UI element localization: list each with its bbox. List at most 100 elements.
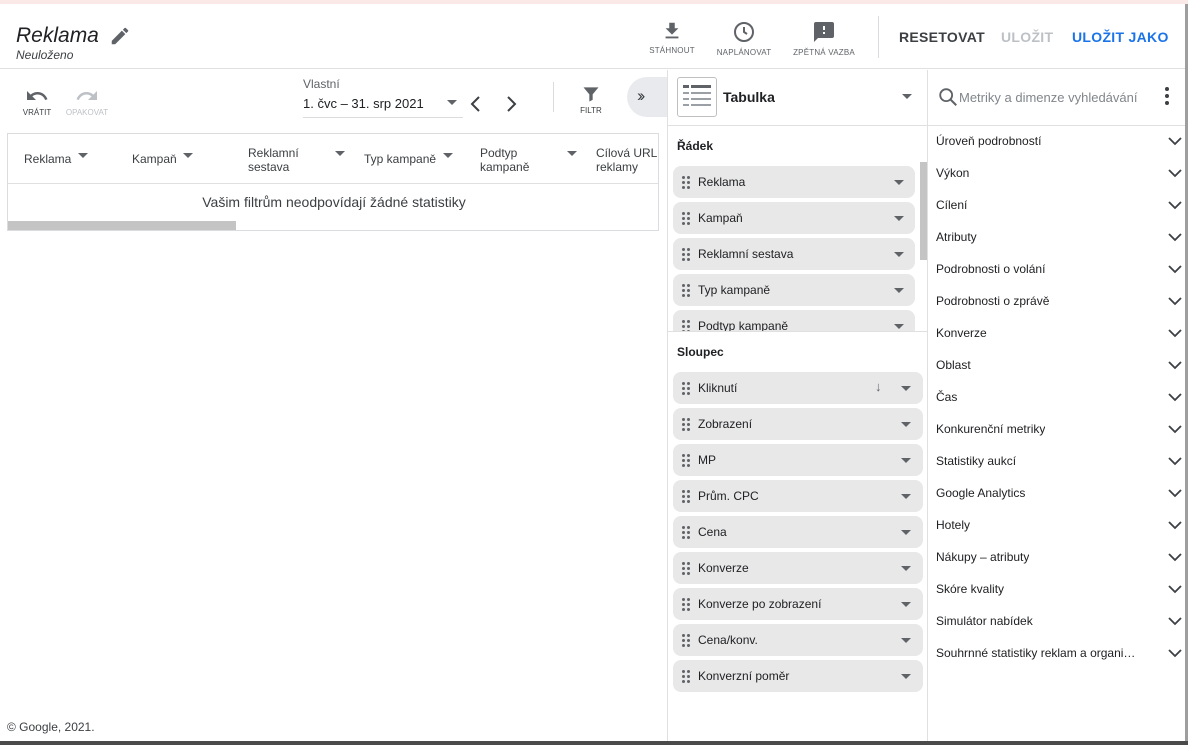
column-header-cilova-url[interactable]: Cílová URL reklamy	[596, 146, 658, 174]
schedule-button[interactable]: NAPLÁNOVAT	[712, 20, 776, 57]
column-chip[interactable]: MP	[673, 444, 923, 476]
chevron-down-icon[interactable]	[901, 386, 911, 391]
chevron-down-icon[interactable]	[901, 422, 911, 427]
chevron-down-icon[interactable]	[901, 674, 911, 679]
drag-handle-icon[interactable]	[682, 320, 690, 331]
drag-handle-icon[interactable]	[682, 598, 690, 611]
metric-category-label: Úroveň podrobností	[936, 134, 1042, 148]
row-chip[interactable]: Podtyp kampaně	[673, 310, 915, 331]
chevron-down-icon[interactable]	[894, 216, 904, 221]
chevron-down-icon[interactable]	[894, 180, 904, 185]
chevron-down-icon[interactable]	[901, 638, 911, 643]
chevron-down-icon[interactable]	[901, 602, 911, 607]
reset-button[interactable]: RESETOVAT	[899, 29, 985, 45]
filter-button[interactable]: FILTR	[576, 84, 606, 115]
row-chip[interactable]: Reklama	[673, 166, 915, 198]
feedback-button[interactable]: ZPĚTNÁ VAZBA	[790, 20, 858, 57]
metric-category[interactable]: Výkon	[928, 160, 1188, 188]
redo-button[interactable]: OPAKOVAT	[64, 86, 110, 117]
column-header-typ-kampane[interactable]: Typ kampaně	[364, 152, 436, 166]
visualization-type-select[interactable]: Tabulka	[723, 89, 775, 105]
metric-category[interactable]: Nákupy – atributy	[928, 544, 1188, 572]
sort-caret-icon[interactable]	[335, 151, 345, 156]
chevron-down-icon[interactable]	[894, 324, 904, 329]
metric-category[interactable]: Google Analytics	[928, 480, 1188, 508]
metric-category[interactable]: Souhrnné statistiky reklam a organi…	[928, 640, 1188, 668]
horizontal-scrollbar[interactable]	[8, 221, 236, 230]
column-chip[interactable]: Cena/konv.	[673, 624, 923, 656]
rows-scrollbar[interactable]	[920, 162, 927, 260]
drag-handle-icon[interactable]	[682, 284, 690, 297]
drag-handle-icon[interactable]	[682, 454, 690, 467]
download-button[interactable]: STÁHNOUT	[646, 20, 698, 55]
collapse-editor-button[interactable]: ››	[627, 77, 667, 117]
metric-category[interactable]: Podrobnosti o zprávě	[928, 288, 1188, 316]
drag-handle-icon[interactable]	[682, 526, 690, 539]
drag-handle-icon[interactable]	[682, 418, 690, 431]
chevron-down-icon[interactable]	[902, 94, 912, 99]
date-range-picker[interactable]: 1. čvc – 31. srp 2021	[303, 96, 424, 111]
row-chip[interactable]: Reklamní sestava	[673, 238, 915, 270]
metric-category[interactable]: Oblast	[928, 352, 1188, 380]
metric-category[interactable]: Podrobnosti o volání	[928, 256, 1188, 284]
undo-button[interactable]: VRÁTIT	[17, 86, 57, 117]
metric-category[interactable]: Statistiky aukcí	[928, 448, 1188, 476]
chevron-down-icon[interactable]	[901, 566, 911, 571]
metric-category[interactable]: Skóre kvality	[928, 576, 1188, 604]
drag-handle-icon[interactable]	[682, 176, 690, 189]
column-header-reklamni-sestava[interactable]: Reklamní sestava	[248, 146, 318, 174]
drag-handle-icon[interactable]	[682, 382, 690, 395]
drag-handle-icon[interactable]	[682, 634, 690, 647]
chevron-down-icon[interactable]	[901, 530, 911, 535]
sort-caret-icon[interactable]	[443, 153, 453, 158]
chevron-down-icon[interactable]	[894, 288, 904, 293]
column-chip[interactable]: Zobrazení	[673, 408, 923, 440]
column-chip-label: Konverze po zobrazení	[698, 597, 822, 611]
double-chevron-right-icon: ››	[637, 86, 646, 105]
save-button[interactable]: ULOŽIT	[1001, 29, 1053, 45]
column-chip[interactable]: Prům. CPC	[673, 480, 923, 512]
metric-category[interactable]: Čas	[928, 384, 1188, 412]
sort-caret-icon[interactable]	[567, 151, 577, 156]
drag-handle-icon[interactable]	[682, 248, 690, 261]
column-chip[interactable]: Cena	[673, 516, 923, 548]
metric-category[interactable]: Simulátor nabídek	[928, 608, 1188, 636]
drag-handle-icon[interactable]	[682, 670, 690, 683]
metric-category[interactable]: Atributy	[928, 224, 1188, 252]
metric-category[interactable]: Hotely	[928, 512, 1188, 540]
column-chip[interactable]: Konverze	[673, 552, 923, 584]
metric-category[interactable]: Konverze	[928, 320, 1188, 348]
schedule-label: NAPLÁNOVAT	[716, 48, 772, 57]
sort-descending-icon[interactable]: ↓	[875, 379, 882, 394]
save-as-button[interactable]: ULOŽIT JAKO	[1072, 29, 1169, 45]
chevron-down-icon[interactable]	[901, 458, 911, 463]
drag-handle-icon[interactable]	[682, 212, 690, 225]
sort-caret-icon[interactable]	[183, 153, 193, 158]
sort-caret-icon[interactable]	[78, 153, 88, 158]
metric-category-label: Nákupy – atributy	[936, 550, 1030, 564]
date-dropdown-icon[interactable]	[446, 99, 458, 107]
chevron-down-icon[interactable]	[901, 494, 911, 499]
metrics-search-input[interactable]	[959, 87, 1149, 107]
metric-category[interactable]: Cílení	[928, 192, 1188, 220]
column-chip[interactable]: Kliknutí ↓	[673, 372, 923, 404]
previous-period-icon[interactable]	[469, 95, 483, 113]
drag-handle-icon[interactable]	[682, 562, 690, 575]
column-chip[interactable]: Konverze po zobrazení	[673, 588, 923, 620]
row-chip[interactable]: Kampaň	[673, 202, 915, 234]
chevron-down-icon[interactable]	[894, 252, 904, 257]
row-chip[interactable]: Typ kampaně	[673, 274, 915, 306]
metric-category[interactable]: Konkurenční metriky	[928, 416, 1188, 444]
edit-title-icon[interactable]	[109, 25, 131, 47]
column-chip[interactable]: Konverzní poměr	[673, 660, 923, 692]
column-header-reklama[interactable]: Reklama	[24, 152, 71, 166]
next-period-icon[interactable]	[504, 95, 518, 113]
drag-handle-icon[interactable]	[682, 490, 690, 503]
metric-category[interactable]: Úroveň podrobností	[928, 128, 1188, 156]
table-visualization-icon[interactable]	[677, 77, 717, 117]
column-header-podtyp-kampane[interactable]: Podtyp kampaně	[480, 146, 540, 174]
download-icon	[665, 22, 679, 39]
column-header-kampan[interactable]: Kampaň	[132, 152, 177, 166]
more-options-icon[interactable]	[1164, 87, 1170, 107]
undo-icon	[27, 91, 48, 100]
